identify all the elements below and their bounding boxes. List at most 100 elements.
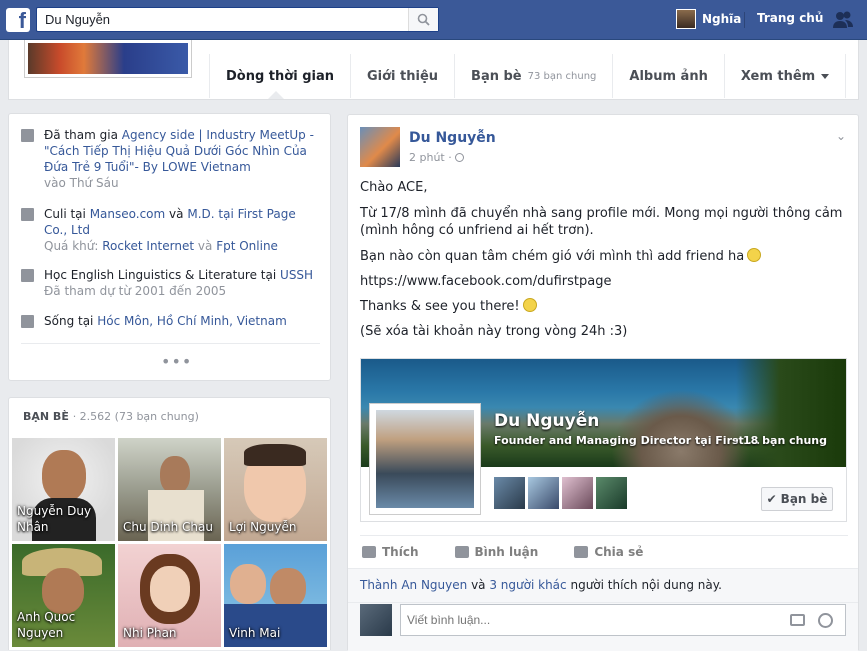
about-subtext: và: [197, 239, 213, 253]
friend-tile[interactable]: Nhi Phan: [118, 544, 221, 647]
active-tab-indicator: [268, 91, 284, 99]
friend-tile[interactable]: Anh Quoc Nguyen: [12, 544, 115, 647]
briefcase-icon: [21, 208, 34, 221]
tab-friends[interactable]: Bạn bè 73 bạn chung: [454, 54, 612, 98]
friends-heading[interactable]: BẠN BÈ · 2.562 (73 bạn chung): [23, 410, 199, 423]
shared-profile-mutual: · 18 bạn chung: [735, 434, 827, 447]
friend-requests-icon[interactable]: [832, 10, 854, 30]
comment-composer: [348, 602, 858, 651]
friends-status-button[interactable]: ✔ Bạn bè: [761, 487, 833, 511]
friend-tile[interactable]: Chu Dinh Chau: [118, 438, 221, 541]
mutual-friend-thumb[interactable]: [562, 477, 593, 509]
post-actions: Thích Bình luận Chia sẻ: [360, 535, 848, 567]
shared-profile-name[interactable]: Du Nguyễn: [494, 411, 599, 431]
friends-title: BẠN BÈ: [23, 410, 69, 423]
school-link[interactable]: USSH: [280, 268, 313, 282]
about-subtext: Quá khứ:: [44, 239, 99, 253]
nav-user-name: Nghĩa: [702, 12, 742, 26]
speech-bubble-icon: [454, 545, 469, 558]
past-employer-link[interactable]: Rocket Internet: [102, 239, 194, 253]
search-icon: [417, 13, 430, 26]
avatar: [360, 604, 392, 636]
emoji-icon[interactable]: [818, 613, 833, 628]
search-button[interactable]: [408, 8, 438, 31]
nav-divider: [744, 12, 745, 28]
post-line: Chào ACE,: [360, 180, 428, 195]
tab-label: Giới thiệu: [366, 68, 439, 84]
liker-link[interactable]: Thành An Nguyen: [360, 578, 467, 592]
shared-profile-picture[interactable]: [369, 403, 481, 515]
other-likers-link[interactable]: 3 người khác: [489, 578, 566, 592]
tab-more[interactable]: Xem thêm: [723, 54, 847, 98]
post-line: Thanks & see you there!: [360, 298, 848, 315]
camera-icon[interactable]: [790, 614, 805, 626]
tab-about[interactable]: Giới thiệu: [349, 54, 454, 98]
about-text: Đã tham gia: [44, 128, 118, 142]
divider: [21, 343, 320, 344]
search-input[interactable]: [37, 8, 407, 31]
avatar: [676, 9, 696, 29]
timeline-post: Du Nguyễn 2 phút · ⌄ Chào ACE, Từ 17/8 m…: [347, 114, 859, 651]
like-label: Thích: [382, 544, 419, 559]
tab-photos[interactable]: Album ảnh: [612, 54, 723, 98]
comment-field: [400, 604, 846, 636]
profile-tabs: Dòng thời gian Giới thiệu Bạn bè 73 bạn c…: [209, 54, 847, 100]
post-time-text: 2 phút ·: [409, 151, 452, 164]
nav-profile-link[interactable]: Nghĩa: [676, 9, 741, 29]
comment-label: Bình luận: [474, 544, 539, 559]
shared-profile-title: Founder and Managing Director tại First …: [494, 434, 761, 447]
past-employer-link[interactable]: Fpt Online: [216, 239, 278, 253]
mutual-friend-thumb[interactable]: [494, 477, 525, 509]
chevron-down-icon[interactable]: ⌄: [836, 129, 846, 143]
employer-link[interactable]: Manseo.com: [90, 207, 166, 221]
about-item-education: Học English Linguistics & Literature tại…: [21, 267, 321, 299]
friend-name: Nhi Phan: [123, 626, 177, 640]
avatar[interactable]: [360, 127, 400, 167]
about-item-home: Sống tại Hóc Môn, Hồ Chí Minh, Vietnam: [21, 313, 321, 329]
share-arrow-icon: [574, 545, 589, 558]
about-item-event: Đã tham gia Agency side | Industry MeetU…: [21, 127, 321, 191]
post-line: Bạn nào còn quan tâm chém gió với mình t…: [360, 248, 848, 265]
shared-profile-card[interactable]: Du Nguyễn Founder and Managing Director …: [360, 358, 847, 522]
smiley-icon: [747, 248, 762, 262]
mutual-friend-thumb[interactable]: [596, 477, 627, 509]
friends-count: · 2.562 (73 bạn chung): [72, 410, 199, 423]
location-link[interactable]: Hóc Môn, Hồ Chí Minh, Vietnam: [97, 314, 287, 328]
more-options-icon[interactable]: •••: [161, 352, 192, 371]
friend-tile[interactable]: Lợi Nguyễn: [224, 438, 327, 541]
about-text: Sống tại: [44, 314, 94, 328]
comment-input[interactable]: [401, 605, 781, 635]
post-line: (Sẽ xóa tài khoản này trong vòng 24h :3): [360, 324, 628, 339]
likes-text: người thích nội dung này.: [570, 578, 722, 592]
friend-tile[interactable]: Vinh Mai: [224, 544, 327, 647]
comment-button[interactable]: Bình luận: [454, 544, 539, 559]
profile-picture[interactable]: [24, 40, 192, 78]
tab-label: Bạn bè: [471, 68, 522, 84]
friend-name: Anh Quoc Nguyen: [17, 610, 76, 640]
like-button[interactable]: Thích: [362, 545, 419, 559]
post-timestamp[interactable]: 2 phút ·: [409, 151, 465, 164]
about-subtext: vào Thứ Sáu: [44, 176, 119, 190]
about-subtext: Đã tham dự từ 2001 đến 2005: [44, 284, 227, 298]
tab-label: Xem thêm: [740, 68, 816, 84]
house-icon: [21, 315, 34, 328]
mutual-friend-thumb[interactable]: [528, 477, 559, 509]
about-text: Culi tại: [44, 207, 86, 221]
post-line-text: Bạn nào còn quan tâm chém gió với mình t…: [360, 249, 745, 264]
tab-label: Dòng thời gian: [226, 68, 334, 84]
friend-name: Vinh Mai: [229, 626, 281, 640]
friend-name: Lợi Nguyễn: [229, 520, 297, 534]
about-item-work: Culi tại Manseo.com và M.D. tại First Pa…: [21, 206, 321, 254]
facebook-logo-icon[interactable]: f: [6, 8, 30, 32]
friend-name: Chu Dinh Chau: [123, 520, 213, 534]
tab-label: Album ảnh: [629, 68, 708, 84]
intro-panel: Đã tham gia Agency side | Industry MeetU…: [8, 113, 331, 381]
post-author-link[interactable]: Du Nguyễn: [409, 130, 496, 146]
post-line: Từ 17/8 mình đã chuyển nhà sang profile …: [360, 206, 843, 238]
check-icon: ✔: [766, 492, 777, 506]
post-link[interactable]: https://www.facebook.com/dufirstpage: [360, 273, 848, 290]
graduation-cap-icon: [21, 269, 34, 282]
friend-tile[interactable]: Nguyễn Duy Nhân: [12, 438, 115, 541]
home-link[interactable]: Trang chủ: [757, 11, 823, 25]
share-button[interactable]: Chia sẻ: [574, 545, 643, 559]
